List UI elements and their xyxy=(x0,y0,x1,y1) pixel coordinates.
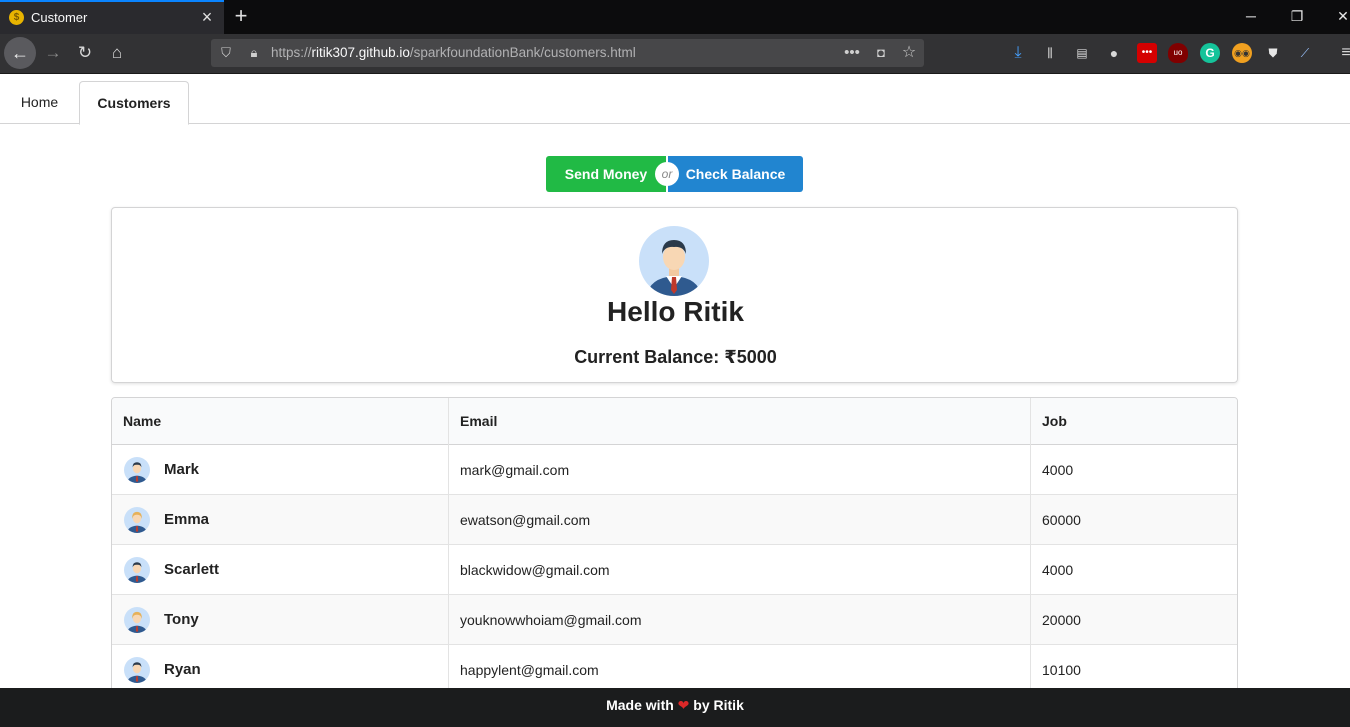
ublock-extension-icon[interactable]: uo xyxy=(1168,43,1188,63)
lock-icon[interactable]: 🔒︎ xyxy=(243,42,265,64)
page-actions-icon[interactable]: ••• xyxy=(841,42,863,64)
tab-title: Customer xyxy=(31,10,88,25)
job-cell: 4000 xyxy=(1030,545,1237,595)
table-row[interactable]: Tony youknowwhoiam@gmail.com 20000 xyxy=(112,595,1237,645)
tab-home[interactable]: Home xyxy=(0,81,79,125)
footer-suffix: by Ritik xyxy=(693,697,744,713)
browser-toolbar: ← → ↻ ⌂ ⛉ 🔒︎ https://ritik307.github.io/… xyxy=(0,34,1350,74)
male-avatar-icon xyxy=(124,457,150,483)
browser-tab[interactable]: $ Customer × xyxy=(0,0,224,34)
address-bar[interactable]: ⛉ 🔒︎ https://ritik307.github.io/sparkfou… xyxy=(211,39,924,67)
url-text: https://ritik307.github.io/sparkfoundati… xyxy=(271,45,636,60)
check-balance-button[interactable]: Check Balance xyxy=(668,156,803,192)
email-cell: mark@gmail.com xyxy=(448,445,1030,495)
home-icon[interactable]: ⌂ xyxy=(104,40,130,66)
heart-icon: ❤ xyxy=(677,697,690,713)
male-avatar-icon xyxy=(124,557,150,583)
restore-icon[interactable]: ❐ xyxy=(1282,4,1312,28)
back-icon[interactable]: ← xyxy=(4,37,36,69)
browser-titlebar: $ Customer × + ─ ❐ ✕ xyxy=(0,0,1350,34)
close-window-icon[interactable]: ✕ xyxy=(1328,4,1350,28)
name-cell: Tony xyxy=(112,595,448,645)
shield-icon[interactable]: ⛉ xyxy=(215,42,237,64)
forward-icon[interactable]: → xyxy=(40,40,66,66)
table-row[interactable]: Mark mark@gmail.com 4000 xyxy=(112,445,1237,495)
lastpass-extension-icon[interactable]: ••• xyxy=(1137,43,1157,63)
user-avatar-icon xyxy=(639,226,709,296)
page-tabs: Home Customers xyxy=(0,74,1350,125)
table-header: Name Email Job xyxy=(112,398,1237,445)
customer-name: Tony xyxy=(164,611,199,628)
sidebar-icon[interactable]: ▤ xyxy=(1072,43,1092,63)
current-balance: Current Balance: ₹5000 xyxy=(574,347,777,367)
column-header-job: Job xyxy=(1030,398,1237,445)
customers-table: Name Email Job Mark mark@gmail.com 4000 xyxy=(111,397,1238,697)
send-money-button[interactable]: Send Money xyxy=(546,156,666,192)
female-avatar-icon xyxy=(124,607,150,633)
email-cell: blackwidow@gmail.com xyxy=(448,545,1030,595)
minimize-icon[interactable]: ─ xyxy=(1236,4,1266,28)
customer-name: Emma xyxy=(164,511,210,528)
column-header-name: Name xyxy=(123,413,162,429)
job-cell: 4000 xyxy=(1030,445,1237,495)
close-tab-icon[interactable]: × xyxy=(198,7,216,27)
or-divider: or xyxy=(655,162,679,186)
footer: Made with ❤ by Ritik xyxy=(0,688,1350,727)
table-row[interactable]: Emma ewatson@gmail.com 60000 xyxy=(112,495,1237,545)
job-cell: 60000 xyxy=(1030,495,1237,545)
extension-icon[interactable]: ◉◉ xyxy=(1232,43,1252,63)
customer-name: Scarlett xyxy=(164,561,220,578)
male-avatar-icon xyxy=(124,657,150,683)
footer-prefix: Made with xyxy=(606,697,674,713)
customer-name: Mark xyxy=(164,461,200,478)
profile-card: Hello Ritik Current Balance: ₹5000 xyxy=(111,207,1238,383)
color-picker-icon[interactable]: ⟋ xyxy=(1295,43,1315,63)
name-cell: Mark xyxy=(112,445,448,495)
tab-customers[interactable]: Customers xyxy=(79,81,189,125)
coin-favicon-icon: $ xyxy=(9,10,24,25)
job-cell: 20000 xyxy=(1030,595,1237,645)
bookmark-star-icon[interactable]: ☆ xyxy=(898,42,920,64)
name-cell: Scarlett xyxy=(112,545,448,595)
privacy-badger-icon[interactable]: ⛊ xyxy=(1263,43,1283,63)
pocket-icon[interactable]: ◘ xyxy=(870,42,892,64)
email-cell: ewatson@gmail.com xyxy=(448,495,1030,545)
library-icon[interactable]: ⫼ xyxy=(1040,43,1060,63)
reload-icon[interactable]: ↻ xyxy=(72,40,98,66)
email-cell: youknowwhoiam@gmail.com xyxy=(448,595,1030,645)
table-row[interactable]: Scarlett blackwidow@gmail.com 4000 xyxy=(112,545,1237,595)
greeting-heading: Hello Ritik xyxy=(607,296,744,327)
name-cell: Emma xyxy=(112,495,448,545)
menu-icon[interactable]: ≡ xyxy=(1336,43,1350,63)
column-header-email: Email xyxy=(448,398,1030,445)
female-avatar-icon xyxy=(124,507,150,533)
new-tab-icon[interactable]: + xyxy=(230,3,252,29)
page-content: Home Customers Send Money Check Balance … xyxy=(0,74,1350,697)
action-buttons: Send Money Check Balance or xyxy=(546,156,803,192)
download-icon[interactable]: ⤓ xyxy=(1008,43,1028,63)
grammarly-extension-icon[interactable]: G xyxy=(1200,43,1220,63)
account-icon[interactable]: ● xyxy=(1104,43,1124,63)
